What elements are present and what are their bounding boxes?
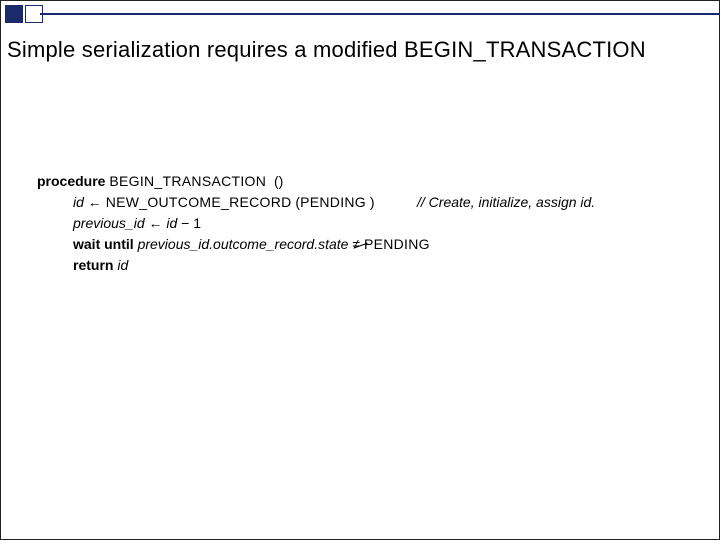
l3-pending: PENDING	[364, 236, 430, 252]
code-line-proc: procedure BEGIN_TRANSACTION ()	[37, 171, 430, 192]
proc-name: BEGIN_TRANSACTION	[109, 173, 266, 189]
l4-id: id	[117, 257, 128, 273]
l2-prev: previous_id	[73, 215, 145, 231]
l1-comment: // Create, initialize, assign id.	[417, 192, 595, 213]
code-block: procedure BEGIN_TRANSACTION () id ← NEW_…	[37, 171, 430, 276]
l1-arrow: ←	[88, 194, 102, 210]
l1-arg: PENDING	[300, 194, 366, 210]
kw-procedure: procedure	[37, 173, 105, 189]
kw-return: return	[73, 257, 113, 273]
l2-arrow: ←	[149, 215, 163, 231]
decor-square-filled	[5, 5, 23, 23]
code-line-2: previous_id ← id − 1	[37, 213, 430, 234]
code-line-4: return id	[37, 255, 430, 276]
l1-call: NEW_OUTCOME_RECORD	[106, 194, 292, 210]
slide-decor	[5, 5, 720, 23]
l2-rest: − 1	[177, 215, 201, 231]
neq-symbol: ≠	[352, 234, 360, 255]
l2-id: id	[166, 215, 177, 231]
code-line-1: id ← NEW_OUTCOME_RECORD (PENDING )// Cre…	[37, 192, 430, 213]
l3-expr: previous_id.outcome_record.state	[138, 236, 349, 252]
l1-id: id	[73, 194, 84, 210]
slide-title: Simple serialization requires a modified…	[7, 37, 646, 63]
code-line-3: wait until previous_id.outcome_record.st…	[37, 234, 430, 255]
proc-parens: ()	[274, 173, 283, 189]
decor-line	[40, 13, 720, 15]
kw-wait: wait until	[73, 236, 134, 252]
